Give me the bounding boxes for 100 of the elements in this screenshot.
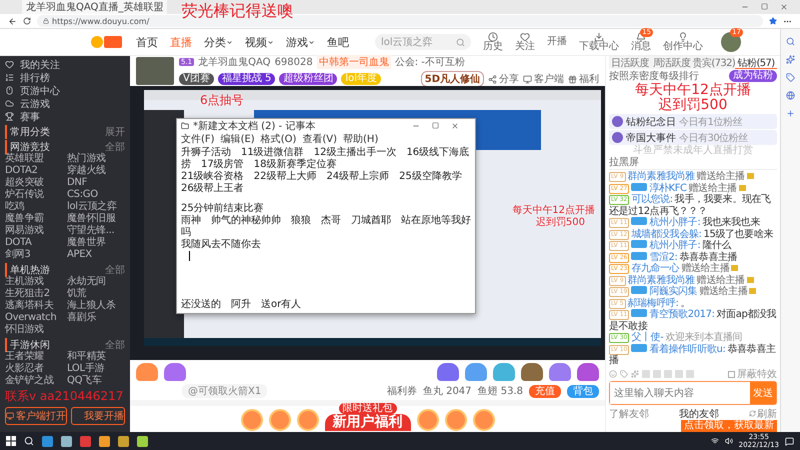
sidebar-button[interactable]: 我要开播 xyxy=(71,407,125,425)
gift-icon[interactable] xyxy=(577,363,599,381)
category-link[interactable]: 海上狼人杀 xyxy=(67,300,125,312)
category-link[interactable]: 永劫无间 xyxy=(67,276,125,288)
menu-item[interactable]: 帮助(H) xyxy=(343,132,378,146)
sidebar-item[interactable]: 云游戏 xyxy=(5,97,125,110)
app-icon[interactable] xyxy=(99,436,110,446)
section-link[interactable]: 全部 xyxy=(105,140,125,154)
emoji-icon[interactable] xyxy=(609,370,617,378)
browser-tab[interactable]: 龙羊羽血鬼QAQ直播_英雄联盟 xyxy=(22,0,168,14)
back-icon[interactable] xyxy=(8,16,17,26)
category-link[interactable]: 怀旧游戏 xyxy=(5,324,63,336)
become-fan-button[interactable]: 成为钻粉 xyxy=(729,70,777,82)
category-link[interactable]: DNF xyxy=(67,177,125,189)
info-action-link[interactable]: 客户端 xyxy=(523,72,564,86)
app-icon[interactable] xyxy=(42,436,53,446)
gift-icon[interactable] xyxy=(521,363,543,381)
sparkle-icon[interactable] xyxy=(786,55,795,64)
category-link[interactable]: 饥荒 xyxy=(67,288,125,300)
category-link[interactable]: 魔兽怀旧服 xyxy=(67,213,125,225)
category-link[interactable]: 穿越火线 xyxy=(67,165,125,177)
nav-link[interactable]: 视频 xyxy=(245,34,274,50)
close-icon[interactable] xyxy=(451,122,459,130)
category-link[interactable]: 炉石传说 xyxy=(5,189,63,201)
category-link[interactable]: 金铲铲之战 xyxy=(5,375,63,387)
sparkle-icon[interactable] xyxy=(631,370,639,378)
globe-icon[interactable] xyxy=(786,91,795,100)
section-link[interactable]: 全部 xyxy=(105,338,125,352)
chat-tab[interactable]: 日活跃度 xyxy=(609,56,651,69)
gift-icon[interactable] xyxy=(437,363,459,381)
category-link[interactable]: 守望先锋... xyxy=(67,225,125,237)
close-icon[interactable] xyxy=(780,3,788,11)
category-link[interactable]: APEX xyxy=(67,249,125,261)
app-icon[interactable] xyxy=(80,436,91,446)
category-link[interactable]: lol云顶之弈 xyxy=(67,201,125,213)
maximize-icon[interactable] xyxy=(761,3,768,10)
category-link[interactable]: QQ飞车 xyxy=(67,375,125,387)
header-action-link[interactable]: 开播 xyxy=(547,37,567,47)
menu-item[interactable]: 编辑(E) xyxy=(220,132,255,146)
category-link[interactable]: DOTA xyxy=(5,237,63,249)
category-link[interactable]: 王者荣耀 xyxy=(5,351,63,363)
sidebar-item[interactable]: 排行榜 xyxy=(5,71,125,84)
sidebar-button[interactable]: 客户端打开 xyxy=(5,407,67,425)
tag-icon[interactable] xyxy=(786,73,795,82)
app-icon[interactable] xyxy=(137,436,148,446)
add-icon[interactable] xyxy=(786,109,795,118)
sidebar-item[interactable]: 页游中心 xyxy=(5,84,125,97)
nav-link[interactable]: 鱼吧 xyxy=(327,34,349,50)
category-link[interactable]: 和平精英 xyxy=(67,351,125,363)
nav-link[interactable]: 游戏 xyxy=(286,34,315,50)
gift-icon[interactable] xyxy=(164,363,186,381)
menu-item[interactable]: 查看(V) xyxy=(302,132,338,146)
category-link[interactable]: 网易游戏 xyxy=(5,225,63,237)
star-icon[interactable] xyxy=(769,17,777,25)
notification-icon[interactable] xyxy=(785,436,794,446)
category-link[interactable]: 火影忍者 xyxy=(5,363,63,375)
header-action-link[interactable]: 下载中心 xyxy=(579,32,619,52)
menu-item[interactable]: 文件(F) xyxy=(181,132,215,146)
info-action-link[interactable]: 福利 xyxy=(568,72,599,86)
category-link[interactable]: Overwatch xyxy=(5,312,63,324)
category-link[interactable]: 超炎突破 xyxy=(5,177,63,189)
category-link[interactable]: LOL手游 xyxy=(67,363,125,375)
gift-icon[interactable] xyxy=(493,363,515,381)
badge-link[interactable]: V团赛 xyxy=(179,73,214,85)
category-link[interactable]: DOTA2 xyxy=(5,165,63,177)
section-link[interactable]: 展开 xyxy=(105,124,125,138)
category-link[interactable]: 剑网3 xyxy=(5,249,63,261)
section-link[interactable]: 全部 xyxy=(105,262,125,276)
gift-icon[interactable] xyxy=(465,363,487,381)
app-icon[interactable] xyxy=(118,436,129,446)
tag-icon[interactable] xyxy=(620,370,628,378)
category-link[interactable]: 热门游戏 xyxy=(67,153,125,165)
gift-icon[interactable] xyxy=(549,363,571,381)
category-link[interactable]: CS:GO xyxy=(67,189,125,201)
category-link[interactable]: 魔兽世界 xyxy=(67,237,125,249)
sidebar-item[interactable]: 赛事 xyxy=(5,110,125,123)
gift-icon[interactable] xyxy=(136,363,158,381)
info-action-link[interactable]: 分享 xyxy=(488,72,519,86)
header-action-link[interactable]: 创作中心 xyxy=(663,32,703,52)
badge-link[interactable]: 超级粉丝团 xyxy=(279,73,338,85)
chat-tab[interactable]: 周活跃度 xyxy=(650,56,693,69)
maximize-icon[interactable] xyxy=(432,122,439,129)
header-action-link[interactable]: 关注 xyxy=(515,32,535,52)
category-link[interactable]: 英雄联盟 xyxy=(5,153,63,165)
category-link[interactable]: 生死狙击2 xyxy=(5,288,63,300)
category-link[interactable]: 主机游戏 xyxy=(5,276,63,288)
chat-tab[interactable]: 贵宾(732) xyxy=(692,56,736,69)
nav-link[interactable]: 分类 xyxy=(204,34,233,50)
windows-icon[interactable] xyxy=(6,436,16,446)
sidebar-item[interactable]: 我的关注 xyxy=(5,58,125,71)
category-link[interactable]: 魔兽争霸 xyxy=(5,213,63,225)
nav-link[interactable]: 首页 xyxy=(136,34,158,50)
chat-tab[interactable]: 钻粉(57) xyxy=(735,56,777,69)
category-link[interactable]: 逃离塔科夫 xyxy=(5,300,63,312)
app-icon[interactable] xyxy=(61,436,72,446)
reload-icon[interactable] xyxy=(23,17,31,25)
badge-link[interactable]: 福星挑战 5 xyxy=(218,73,276,85)
header-action-link[interactable]: 历史 xyxy=(483,32,503,52)
category-link[interactable]: 喜剧乐 xyxy=(67,312,125,324)
menu-item[interactable]: 格式(O) xyxy=(260,132,296,146)
